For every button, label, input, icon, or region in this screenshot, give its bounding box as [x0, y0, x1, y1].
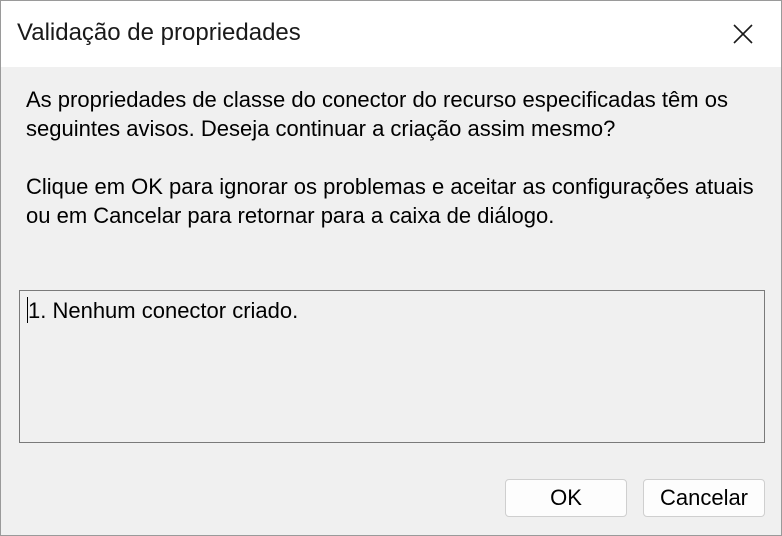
- close-button[interactable]: [705, 1, 781, 67]
- dialog-title: Validação de propriedades: [17, 19, 301, 46]
- title-bar[interactable]: Validação de propriedades: [1, 1, 781, 67]
- warnings-text-area[interactable]: 1. Nenhum conector criado.: [19, 290, 765, 443]
- close-icon: [733, 24, 753, 44]
- instructions-text: Clique em OK para ignorar os problemas e…: [26, 174, 754, 228]
- property-validation-dialog: Validação de propriedades As propriedade…: [0, 0, 782, 536]
- warning-item: 1. Nenhum conector criado.: [28, 298, 299, 323]
- cancel-button[interactable]: Cancelar: [643, 479, 765, 517]
- warning-intro-text: As propriedades de classe do conector do…: [26, 87, 728, 141]
- ok-button[interactable]: OK: [505, 479, 627, 517]
